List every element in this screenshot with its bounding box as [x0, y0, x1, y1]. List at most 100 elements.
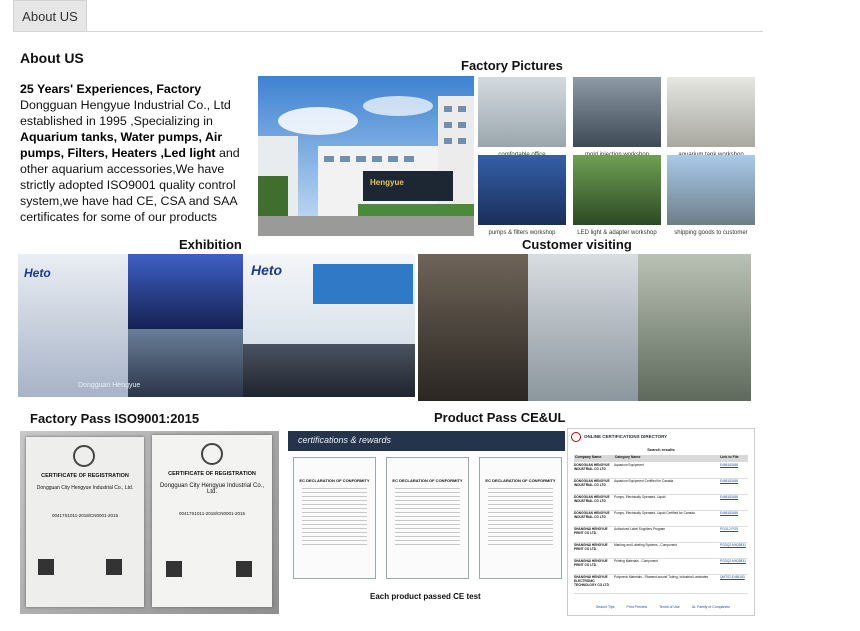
ul-row-link[interactable]: PGDQ2.MH25831: [720, 543, 748, 558]
heading-customer-visiting: Customer visiting: [522, 237, 632, 252]
booth-crowd-image: [128, 329, 243, 397]
ul-footer-links: Search Tips Print Preview Terms of Use U…: [596, 605, 730, 609]
about-intro: 25 Years' Experiences, Factory Dongguan …: [20, 81, 256, 225]
certificate-title: CERTIFICATE OF REGISTRATION: [41, 473, 129, 479]
certificate-number: 00417S1011-2018/CN0001-2015: [52, 513, 118, 518]
exhibition-photo: Heto Heto Dongguan Hengyue: [18, 254, 415, 397]
photo-caption: pumps & filters workshop: [488, 230, 556, 236]
iso-certificate-1: CERTIFICATE OF REGISTRATION Dongguan Cit…: [26, 437, 144, 607]
iso-certificates-photo: CERTIFICATE OF REGISTRATION Dongguan Cit…: [20, 431, 279, 614]
heading-factory-pictures: Factory Pictures: [461, 58, 563, 73]
ul-row-company: DONGGUAN HENGYUE INDUSTRIAL CO LTD: [574, 463, 610, 471]
ul-row-category: Aquarium Equipment Certified for Canada: [614, 479, 674, 483]
ul-row-link[interactable]: E468183458: [720, 479, 748, 494]
photo-office: comfortable office: [478, 77, 566, 158]
exhibition-banner: Dongguan Hengyue: [78, 382, 141, 389]
factory-building-image: [258, 76, 474, 236]
table-row: SHANGHAI HENGYUE PRINT CO LTD Authorized…: [574, 527, 748, 543]
ce-document-lines: [302, 488, 367, 548]
ul-row-link[interactable]: E468183458: [720, 495, 748, 510]
certificate-company: Dongguan City Hengyue Industrial Co., Lt…: [36, 485, 134, 491]
booth-blue-wall: [313, 264, 413, 304]
exhibition-brand: Heto: [251, 262, 283, 278]
photo-pumps-filters: pumps & filters workshop: [478, 155, 566, 236]
ul-row-company: DONGGUAN HENGYUE INDUSTRIAL CO LTD: [574, 511, 610, 519]
ul-header: ONLINE CERTIFICATIONS DIRECTORY: [584, 434, 668, 439]
ul-table-header: Company Name Category Name Link to File: [574, 455, 748, 462]
ul-directory-panel: ONLINE CERTIFICATIONS DIRECTORY Search r…: [567, 428, 755, 616]
table-row: DONGGUAN HENGYUE INDUSTRIAL CO LTD Pumps…: [574, 511, 748, 527]
booth-visitors: [243, 344, 415, 397]
ce-document-2: EC DECLARATION OF CONFORMITY: [386, 457, 469, 579]
photo-led-workshop: LED light & adapter workshop: [573, 155, 661, 236]
ul-row-category: Marking and Labeling Systems - Component: [614, 543, 677, 547]
tab-about-us[interactable]: About US: [13, 0, 87, 31]
intro-text-1: Dongguan Hengyue Industrial Co., Ltd est…: [20, 98, 231, 128]
ce-document-lines: [395, 488, 460, 548]
intro-bold-2: Aquarium tanks, Water pumps, Air pumps, …: [20, 130, 223, 160]
ul-logo-icon: [571, 432, 581, 442]
photo-caption: shipping goods to customer: [674, 230, 748, 236]
factory-building-photo: Hengyue: [258, 76, 474, 236]
ce-document-lines: [488, 488, 553, 548]
ul-row-company: SHANGHAI HENGYUE PRINT CO LTD: [574, 527, 608, 535]
heading-factory-pass: Factory Pass ISO9001:2015: [30, 411, 200, 426]
ul-row-link[interactable]: E468183458: [720, 463, 748, 478]
exhibition-brand-small: Heto: [24, 266, 51, 280]
photo-tank-workshop-image: [667, 77, 755, 147]
ul-col-company: Company Name: [575, 455, 602, 459]
ul-row-company: SHANGHAI HENGYUE PRINT CO LTD: [574, 543, 608, 551]
table-row: SHANGHAI HENGYUE ELECTRONIC TECHNOLOGY C…: [574, 575, 748, 594]
photo-pumps-filters-image: [478, 155, 566, 225]
ul-row-category: Pumps, Electrically Operated, Liquid Cer…: [614, 511, 695, 515]
ul-subheader: Search results: [647, 447, 675, 452]
customer-visiting-photo: [418, 254, 751, 401]
ce-caption: Each product passed CE test: [370, 592, 481, 601]
heading-product-pass: Product Pass CE&UL: [434, 410, 566, 425]
ul-row-link[interactable]: E468183458: [720, 511, 748, 526]
ul-row-link[interactable]: PGGL2.PGS: [720, 527, 748, 542]
ul-row-category: Printing Materials - Component: [614, 559, 658, 563]
ul-row-company: DONGGUAN HENGYUE INDUSTRIAL CO LTD: [574, 479, 610, 487]
building-sign: Hengyue: [370, 178, 404, 187]
ce-document-3: EC DECLARATION OF CONFORMITY: [479, 457, 562, 579]
certificate-seal-icon: [201, 443, 223, 465]
table-row: SHANGHAI HENGYUE PRINT CO LTD Marking an…: [574, 543, 748, 559]
ul-row-category: Aquarium Equipment: [614, 463, 644, 467]
qr-code-icon: [166, 561, 182, 577]
ul-footer-link[interactable]: Terms of Use: [659, 605, 680, 609]
ul-row-link[interactable]: QMTS2.E468183: [720, 575, 748, 593]
ul-row-category: Pumps, Electrically Operated, Liquid: [614, 495, 666, 499]
ul-row-link[interactable]: PGDQ2.MH25831: [720, 559, 748, 574]
ul-table: DONGGUAN HENGYUE INDUSTRIAL CO LTD Aquar…: [574, 463, 748, 594]
photo-caption: LED light & adapter workshop: [577, 230, 657, 236]
ul-row-company: SHANGHAI HENGYUE ELECTRONIC TECHNOLOGY C…: [574, 575, 609, 587]
certificate-company: Dongguan City Hengyue Industrial Co., Lt…: [159, 483, 265, 495]
ul-footer-link[interactable]: UL Family of Companies: [692, 605, 730, 609]
visit-workshop-image: [528, 254, 638, 401]
photo-shipping: shipping goods to customer: [667, 155, 755, 236]
table-row: DONGGUAN HENGYUE INDUSTRIAL CO LTD Aquar…: [574, 463, 748, 479]
ce-document-title: EC DECLARATION OF CONFORMITY: [485, 478, 556, 483]
ce-panel-header: certifications & rewards: [288, 431, 565, 451]
certificate-title: CERTIFICATE OF REGISTRATION: [168, 471, 256, 477]
tab-divider: [13, 31, 763, 32]
table-row: DONGGUAN HENGYUE INDUSTRIAL CO LTD Aquar…: [574, 479, 748, 495]
ul-footer-link[interactable]: Print Preview: [626, 605, 647, 609]
ce-certificates-panel: certifications & rewards EC DECLARATION …: [288, 431, 565, 612]
certificate-number: 00417S1011-2018/CN0001-2015: [179, 511, 245, 516]
ce-document-1: EC DECLARATION OF CONFORMITY: [293, 457, 376, 579]
iso-certificate-2: CERTIFICATE OF REGISTRATION Dongguan Cit…: [152, 435, 272, 607]
ul-row-category: Polymeric Materials - Filament-wound Tub…: [614, 575, 709, 579]
visit-meeting-image: [418, 254, 528, 401]
photo-mold-injection-image: [573, 77, 661, 147]
ul-row-company: DONGGUAN HENGYUE INDUSTRIAL CO LTD: [574, 495, 610, 503]
table-row: SHANGHAI HENGYUE PRINT CO LTD Printing M…: [574, 559, 748, 575]
table-row: DONGGUAN HENGYUE INDUSTRIAL CO LTD Pumps…: [574, 495, 748, 511]
photo-led-workshop-image: [573, 155, 661, 225]
ul-row-company: SHANGHAI HENGYUE PRINT CO LTD: [574, 559, 608, 567]
ul-footer-link[interactable]: Search Tips: [596, 605, 614, 609]
about-title: About US: [20, 50, 84, 66]
intro-bold-1: 25 Years' Experiences, Factory: [20, 82, 202, 96]
photo-tank-workshop: aquarium tank workshop: [667, 77, 755, 158]
